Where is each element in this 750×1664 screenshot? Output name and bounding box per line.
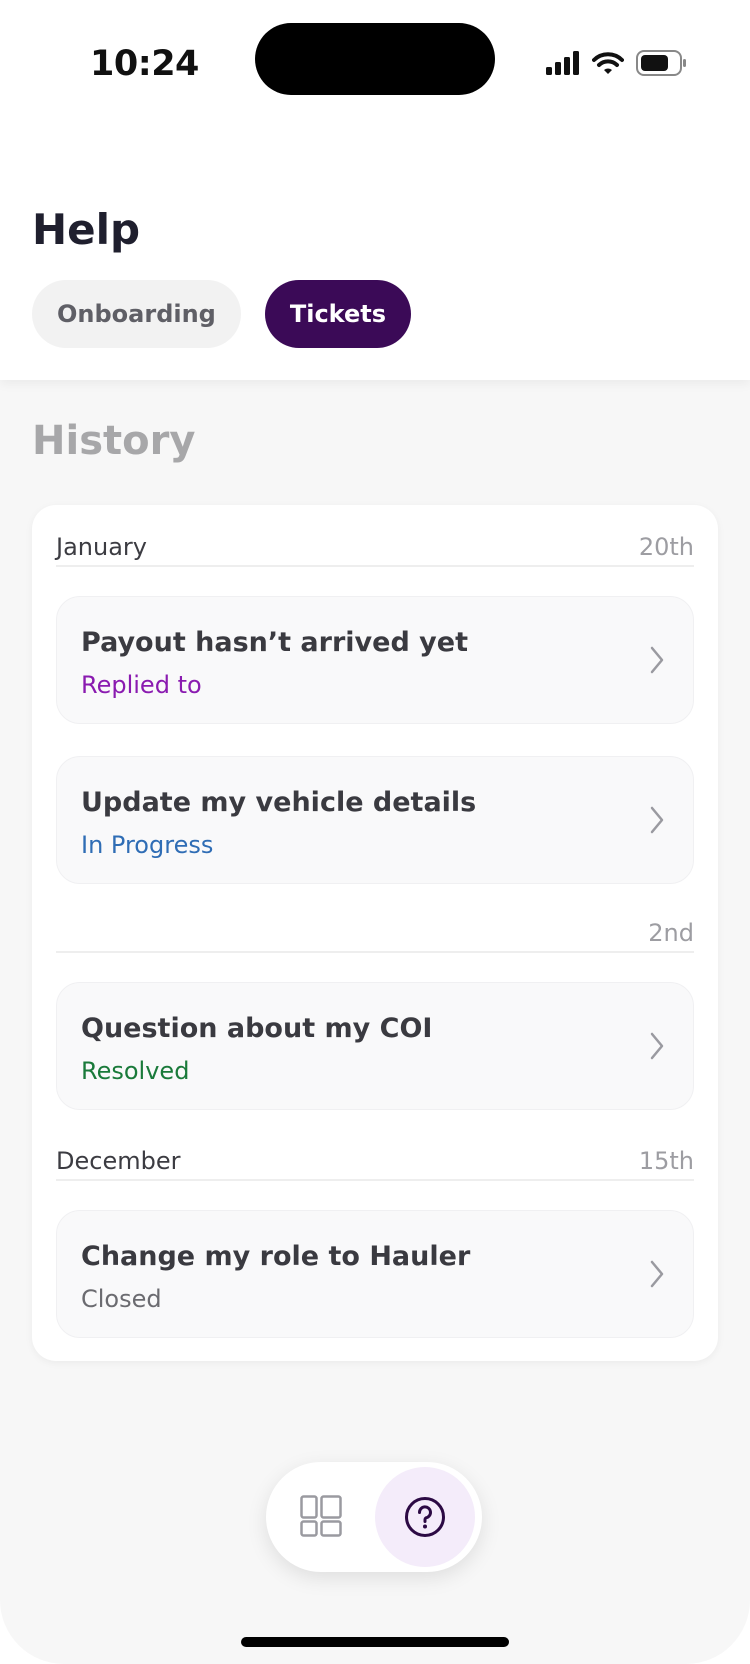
phone-screen: 10:24 Help Onboarding Tickets History Ja… — [0, 0, 750, 1664]
chevron-right-icon — [650, 806, 664, 834]
ticket-item[interactable]: Change my role to Hauler Closed — [56, 1210, 694, 1338]
ticket-status: Closed — [81, 1285, 162, 1313]
ticket-item[interactable]: Question about my COI Resolved — [56, 982, 694, 1110]
chevron-right-icon — [650, 646, 664, 674]
bottom-nav — [266, 1462, 482, 1572]
chevron-right-icon — [650, 1260, 664, 1288]
help-question-icon — [405, 1497, 445, 1537]
group-day: 2nd — [648, 919, 694, 947]
tab-tickets[interactable]: Tickets — [264, 280, 412, 348]
group-header-2nd: 2nd — [56, 917, 694, 953]
wifi-icon — [592, 52, 624, 74]
group-header-january: January 20th — [56, 531, 694, 567]
tab-onboarding[interactable]: Onboarding — [32, 280, 241, 348]
tab-bar: Onboarding Tickets — [32, 280, 412, 348]
ticket-title: Update my vehicle details — [81, 787, 477, 818]
nav-help-button[interactable] — [375, 1467, 475, 1567]
chevron-right-icon — [650, 1032, 664, 1060]
cellular-signal-icon — [546, 51, 579, 75]
ticket-title: Change my role to Hauler — [81, 1241, 471, 1272]
header-panel: 10:24 Help Onboarding Tickets — [0, 0, 750, 380]
group-header-december: December 15th — [56, 1145, 694, 1181]
ticket-status: In Progress — [81, 831, 214, 859]
dashboard-grid-icon[interactable] — [300, 1495, 342, 1537]
ticket-status: Resolved — [81, 1057, 190, 1085]
group-day: 15th — [638, 1147, 694, 1175]
history-heading: History — [32, 418, 196, 464]
home-indicator — [241, 1637, 509, 1647]
page-title: Help — [32, 205, 141, 254]
ticket-item[interactable]: Update my vehicle details In Progress — [56, 756, 694, 884]
battery-icon — [636, 50, 686, 76]
group-month: January — [56, 533, 147, 561]
status-icons — [546, 50, 688, 76]
status-time: 10:24 — [90, 44, 199, 84]
ticket-status: Replied to — [81, 671, 202, 699]
ticket-title: Payout hasn’t arrived yet — [81, 627, 468, 658]
ticket-title: Question about my COI — [81, 1013, 433, 1044]
group-month: December — [56, 1147, 181, 1175]
dynamic-island — [255, 23, 495, 95]
group-day: 20th — [638, 533, 694, 561]
ticket-history-card: January 20th Payout hasn’t arrived yet R… — [32, 505, 718, 1361]
ticket-item[interactable]: Payout hasn’t arrived yet Replied to — [56, 596, 694, 724]
